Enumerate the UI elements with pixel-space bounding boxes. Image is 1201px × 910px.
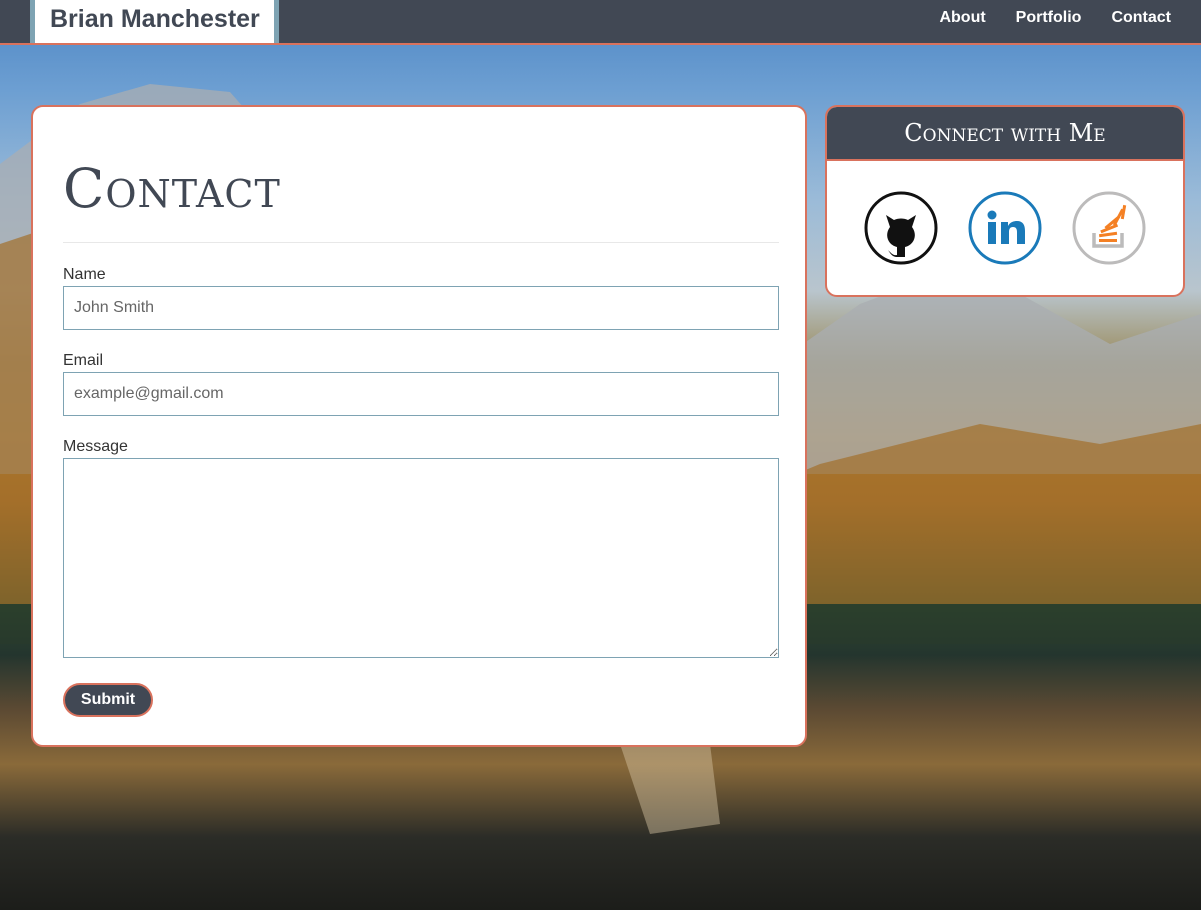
brand-link[interactable]: Brian Manchester	[30, 0, 279, 43]
nav-link-portfolio[interactable]: Portfolio	[1016, 0, 1082, 43]
connect-panel: Connect with Me	[825, 105, 1185, 297]
message-textarea[interactable]	[63, 458, 779, 658]
stackoverflow-icon[interactable]	[1072, 191, 1146, 265]
name-label: Name	[63, 266, 106, 283]
submit-button[interactable]: Submit	[63, 683, 153, 717]
nav-link-about[interactable]: About	[939, 0, 985, 43]
nav-links: About Portfolio Contact	[939, 0, 1171, 43]
page-title: Contact	[63, 157, 281, 220]
connect-title: Connect with Me	[827, 107, 1183, 161]
email-label: Email	[63, 352, 104, 369]
name-input[interactable]	[63, 286, 779, 330]
nav-link-contact[interactable]: Contact	[1111, 0, 1171, 43]
navbar: Brian Manchester About Portfolio Contact	[0, 0, 1201, 45]
contact-card: Contact Name Email Message Submit	[31, 105, 807, 747]
github-icon[interactable]	[864, 191, 938, 265]
title-divider	[63, 242, 779, 243]
social-links	[827, 161, 1183, 265]
linkedin-icon[interactable]	[968, 191, 1042, 265]
message-label: Message	[63, 438, 128, 455]
email-input[interactable]	[63, 372, 779, 416]
